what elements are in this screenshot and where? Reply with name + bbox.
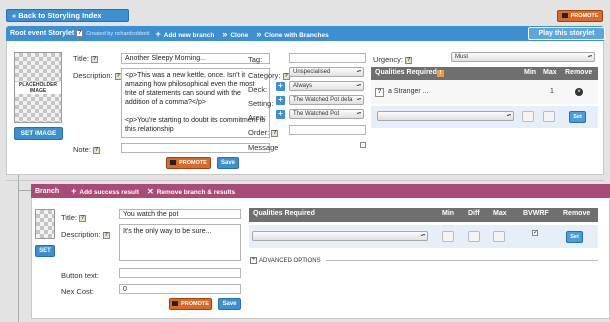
order-label: Order: ? <box>248 128 279 137</box>
speech-bubble-icon <box>172 301 179 306</box>
setting-select[interactable]: The Watched Pot defa <box>289 95 364 105</box>
qualities-table-header: Qualities Required ! Min Max Remove <box>371 67 598 80</box>
branch-min-input[interactable] <box>442 231 454 242</box>
help-icon[interactable]: ? <box>79 214 87 222</box>
set-image-button[interactable]: SET IMAGE <box>14 127 63 140</box>
title-label: Title: ? <box>73 54 99 63</box>
add-deck-button[interactable]: + <box>276 82 285 91</box>
area-select[interactable]: The Watched Pot <box>289 109 364 119</box>
category-label: Category: ? <box>248 71 290 80</box>
help-icon[interactable]: ? <box>91 55 99 63</box>
promote-button-branch[interactable]: PROMOTE <box>169 298 212 310</box>
save-button-branch[interactable]: Save <box>218 298 241 310</box>
quality-add-row: Set <box>371 106 598 128</box>
setting-label: Setting: <box>248 99 274 108</box>
clone-button[interactable]: » Clone <box>222 29 248 39</box>
button-text-input[interactable] <box>119 268 241 278</box>
quality-min-input[interactable] <box>522 111 534 122</box>
quality-set-button[interactable]: Set <box>569 111 586 123</box>
branch-title-label: Title: ? <box>61 213 87 222</box>
branch-quality-select[interactable] <box>252 231 428 241</box>
branch-description-label: Description: ? <box>61 230 110 239</box>
nex-cost-label: Nex Cost: <box>61 287 94 296</box>
button-text-label: Button text: <box>61 271 99 280</box>
speech-bubble-icon <box>170 160 177 165</box>
quality-icon: ? <box>375 88 384 97</box>
double-chevron-icon: » <box>256 28 262 39</box>
bvwrf-checkbox[interactable]: ✓ <box>532 230 538 236</box>
add-branch-button[interactable]: + Add new branch <box>155 29 214 39</box>
category-select[interactable]: Unspecialised <box>289 67 364 77</box>
promote-button-storylet[interactable]: PROMOTE <box>166 157 211 169</box>
branch-panel <box>31 184 610 319</box>
help-icon[interactable]: ? <box>271 129 279 137</box>
expand-icon: + <box>250 257 257 264</box>
back-to-index-button[interactable]: « Back to Storyling Index <box>6 9 129 22</box>
storylet-header: Root event Storylet ? Created by richard… <box>6 26 604 41</box>
quality-row: ? a Stranger ... 1 × <box>371 80 598 104</box>
quality-max-input[interactable] <box>543 111 555 122</box>
branch-title-input[interactable]: You watch the pot <box>119 209 241 219</box>
tree-line <box>18 190 31 191</box>
help-icon[interactable]: ? <box>102 231 110 239</box>
advanced-options-toggle[interactable]: + ADVANCED OPTIONS <box>250 257 321 264</box>
order-input[interactable] <box>289 125 366 135</box>
branch-set-image-button[interactable]: SET <box>35 245 55 257</box>
branch-max-input[interactable] <box>493 231 505 242</box>
help-icon[interactable]: ? <box>405 56 413 64</box>
speech-bubble-icon <box>561 13 568 18</box>
branch-diff-input[interactable] <box>468 231 480 242</box>
area-label: Area: <box>248 113 266 122</box>
promote-button-top[interactable]: PROMOTE <box>557 10 603 22</box>
remove-icon[interactable]: × <box>575 88 583 96</box>
branch-description-textarea[interactable]: It's the only way to be sure... <box>119 224 241 261</box>
tag-label: Tag: <box>248 55 263 64</box>
divider <box>6 180 604 181</box>
help-icon[interactable]: ? <box>76 30 84 37</box>
urgency-label: Urgency: ? <box>373 55 413 64</box>
divider <box>326 260 598 261</box>
play-storylet-button[interactable]: Play this storylet <box>528 27 605 40</box>
description-label: Description: ? <box>73 71 122 80</box>
message-label: Message <box>248 143 279 152</box>
nex-cost-input[interactable]: 0 <box>119 284 241 294</box>
help-icon[interactable]: ! <box>437 70 444 77</box>
tree-line <box>18 175 19 322</box>
deck-label: Deck: <box>248 85 268 94</box>
branch-header: Branch + Add success result ✕ Remove branc… <box>31 184 610 198</box>
add-setting-button[interactable]: + <box>276 96 285 105</box>
branch-image-placeholder <box>35 209 55 239</box>
close-icon: ✕ <box>147 186 154 196</box>
tag-input[interactable] <box>289 53 366 63</box>
help-icon[interactable]: ? <box>93 146 101 154</box>
plus-icon: + <box>155 28 161 39</box>
add-success-result-button[interactable]: + Add success result <box>71 186 139 196</box>
add-area-button[interactable]: + <box>276 110 285 119</box>
deck-select[interactable]: Always <box>289 81 364 91</box>
storylet-image-placeholder: PLACEHOLDER IMAGE <box>14 52 62 123</box>
branch-quality-add-row: ✓ Set <box>249 225 598 248</box>
save-button-storylet[interactable]: Save <box>217 157 239 169</box>
double-chevron-icon: » <box>222 28 228 39</box>
remove-branch-button[interactable]: ✕ Remove branch & results <box>147 187 235 196</box>
quality-select[interactable] <box>377 111 514 121</box>
plus-icon: + <box>71 186 77 196</box>
branch-quality-set-button[interactable]: Set <box>566 231 583 243</box>
branch-qualities-header: Qualities Required Min Diff Max BVWRF Re… <box>249 208 598 222</box>
clone-with-branches-button[interactable]: » Clone with Branches <box>256 29 328 39</box>
message-checkbox[interactable] <box>360 142 366 148</box>
urgency-select[interactable]: Must <box>451 52 595 62</box>
note-label: Note: ? <box>73 145 101 154</box>
